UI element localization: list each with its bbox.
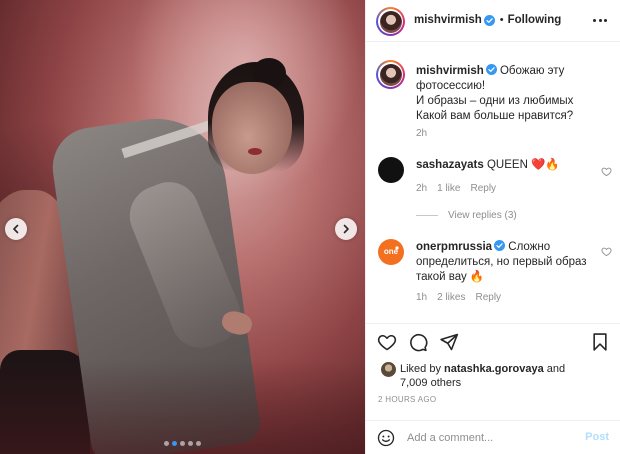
comment-username[interactable]: onerpmrussia <box>416 241 492 253</box>
reply-button[interactable]: Reply <box>470 183 496 194</box>
caption-time: 2h <box>416 128 428 139</box>
carousel-prev-button[interactable] <box>5 218 27 240</box>
liker-username[interactable]: natashka.gorovaya <box>444 363 544 375</box>
caption-line: Какой вам больше нравится? <box>416 110 574 122</box>
carousel-dots <box>164 441 201 446</box>
post-photo[interactable] <box>0 0 365 454</box>
carousel-dot <box>196 441 201 446</box>
caption-text: mishvirmish Обожаю эту фотосессию! И обр… <box>416 64 611 124</box>
comment-likes[interactable]: 2 likes <box>437 292 465 303</box>
author-username[interactable]: mishvirmish <box>414 14 482 26</box>
add-comment-bar: Post <box>366 420 620 454</box>
share-send-icon[interactable] <box>439 332 459 352</box>
photo-floor <box>0 360 365 454</box>
emoji-icon[interactable] <box>377 429 395 447</box>
like-heart-icon[interactable] <box>377 332 397 352</box>
comment-text: onerpmrussia Сложно определиться, но пер… <box>416 240 596 285</box>
post-details-panel: mishvirmish • Following mishvirmish Обож… <box>365 0 620 454</box>
verified-badge-icon <box>485 64 497 75</box>
carousel-dot <box>188 441 193 446</box>
photo-lips <box>248 148 262 155</box>
caption-avatar[interactable] <box>376 60 405 89</box>
liker-avatar[interactable] <box>381 362 396 377</box>
chevron-right-icon <box>343 224 349 234</box>
chevron-left-icon <box>13 224 19 234</box>
likes-connector: and <box>546 363 566 375</box>
post-actions-bar <box>366 323 620 357</box>
onerpm-logo-icon: one <box>384 246 399 256</box>
comment-body: QUEEN ❤️🔥 <box>486 159 560 171</box>
comment-likes[interactable]: 1 like <box>437 183 460 194</box>
caption-line: И образы – одни из любимых <box>416 95 574 107</box>
view-replies-label: View replies (3) <box>448 210 517 221</box>
likes-prefix: Liked by <box>400 363 441 375</box>
comment-meta: 2h 1 like Reply <box>416 183 496 194</box>
view-replies-button[interactable]: View replies (3) <box>416 210 517 221</box>
verified-badge-icon <box>494 240 506 251</box>
comment-username[interactable]: sashazayats <box>416 159 484 171</box>
carousel-dot <box>172 441 177 446</box>
author-avatar[interactable] <box>376 7 405 36</box>
reply-button[interactable]: Reply <box>475 292 501 303</box>
comment-time: 2h <box>416 183 428 194</box>
carousel-next-button[interactable] <box>335 218 357 240</box>
comment-meta: 1h 2 likes Reply <box>416 292 501 303</box>
comment-text: sashazayats QUEEN ❤️🔥 <box>416 158 596 173</box>
commenter-avatar[interactable] <box>378 157 404 183</box>
more-options-icon[interactable] <box>593 13 607 27</box>
following-button[interactable]: Following <box>508 14 562 26</box>
likes-text: Liked by natashka.gorovaya and 7,009 oth… <box>400 362 600 390</box>
caption-username[interactable]: mishvirmish <box>416 65 484 77</box>
photo-face <box>212 82 292 174</box>
author-name-row: mishvirmish • Following <box>414 14 561 26</box>
bookmark-save-icon[interactable] <box>590 332 610 352</box>
comment-input[interactable] <box>407 428 577 448</box>
verified-badge-icon <box>483 14 495 26</box>
post-comment-button[interactable]: Post <box>585 431 609 443</box>
post-timestamp[interactable]: 2 hours ago <box>378 395 436 404</box>
carousel-dot <box>180 441 185 446</box>
comment-time: 1h <box>416 292 428 303</box>
carousel-dot <box>164 441 169 446</box>
view-replies-line <box>416 215 438 216</box>
comment-like-icon[interactable] <box>601 246 612 257</box>
likes-others-link[interactable]: 7,009 others <box>400 377 461 389</box>
post-header: mishvirmish • Following <box>366 0 620 42</box>
comment-bubble-icon[interactable] <box>408 332 428 352</box>
commenter-avatar[interactable]: one <box>378 239 404 265</box>
comment-like-icon[interactable] <box>601 166 612 177</box>
header-separator: • <box>499 14 504 26</box>
